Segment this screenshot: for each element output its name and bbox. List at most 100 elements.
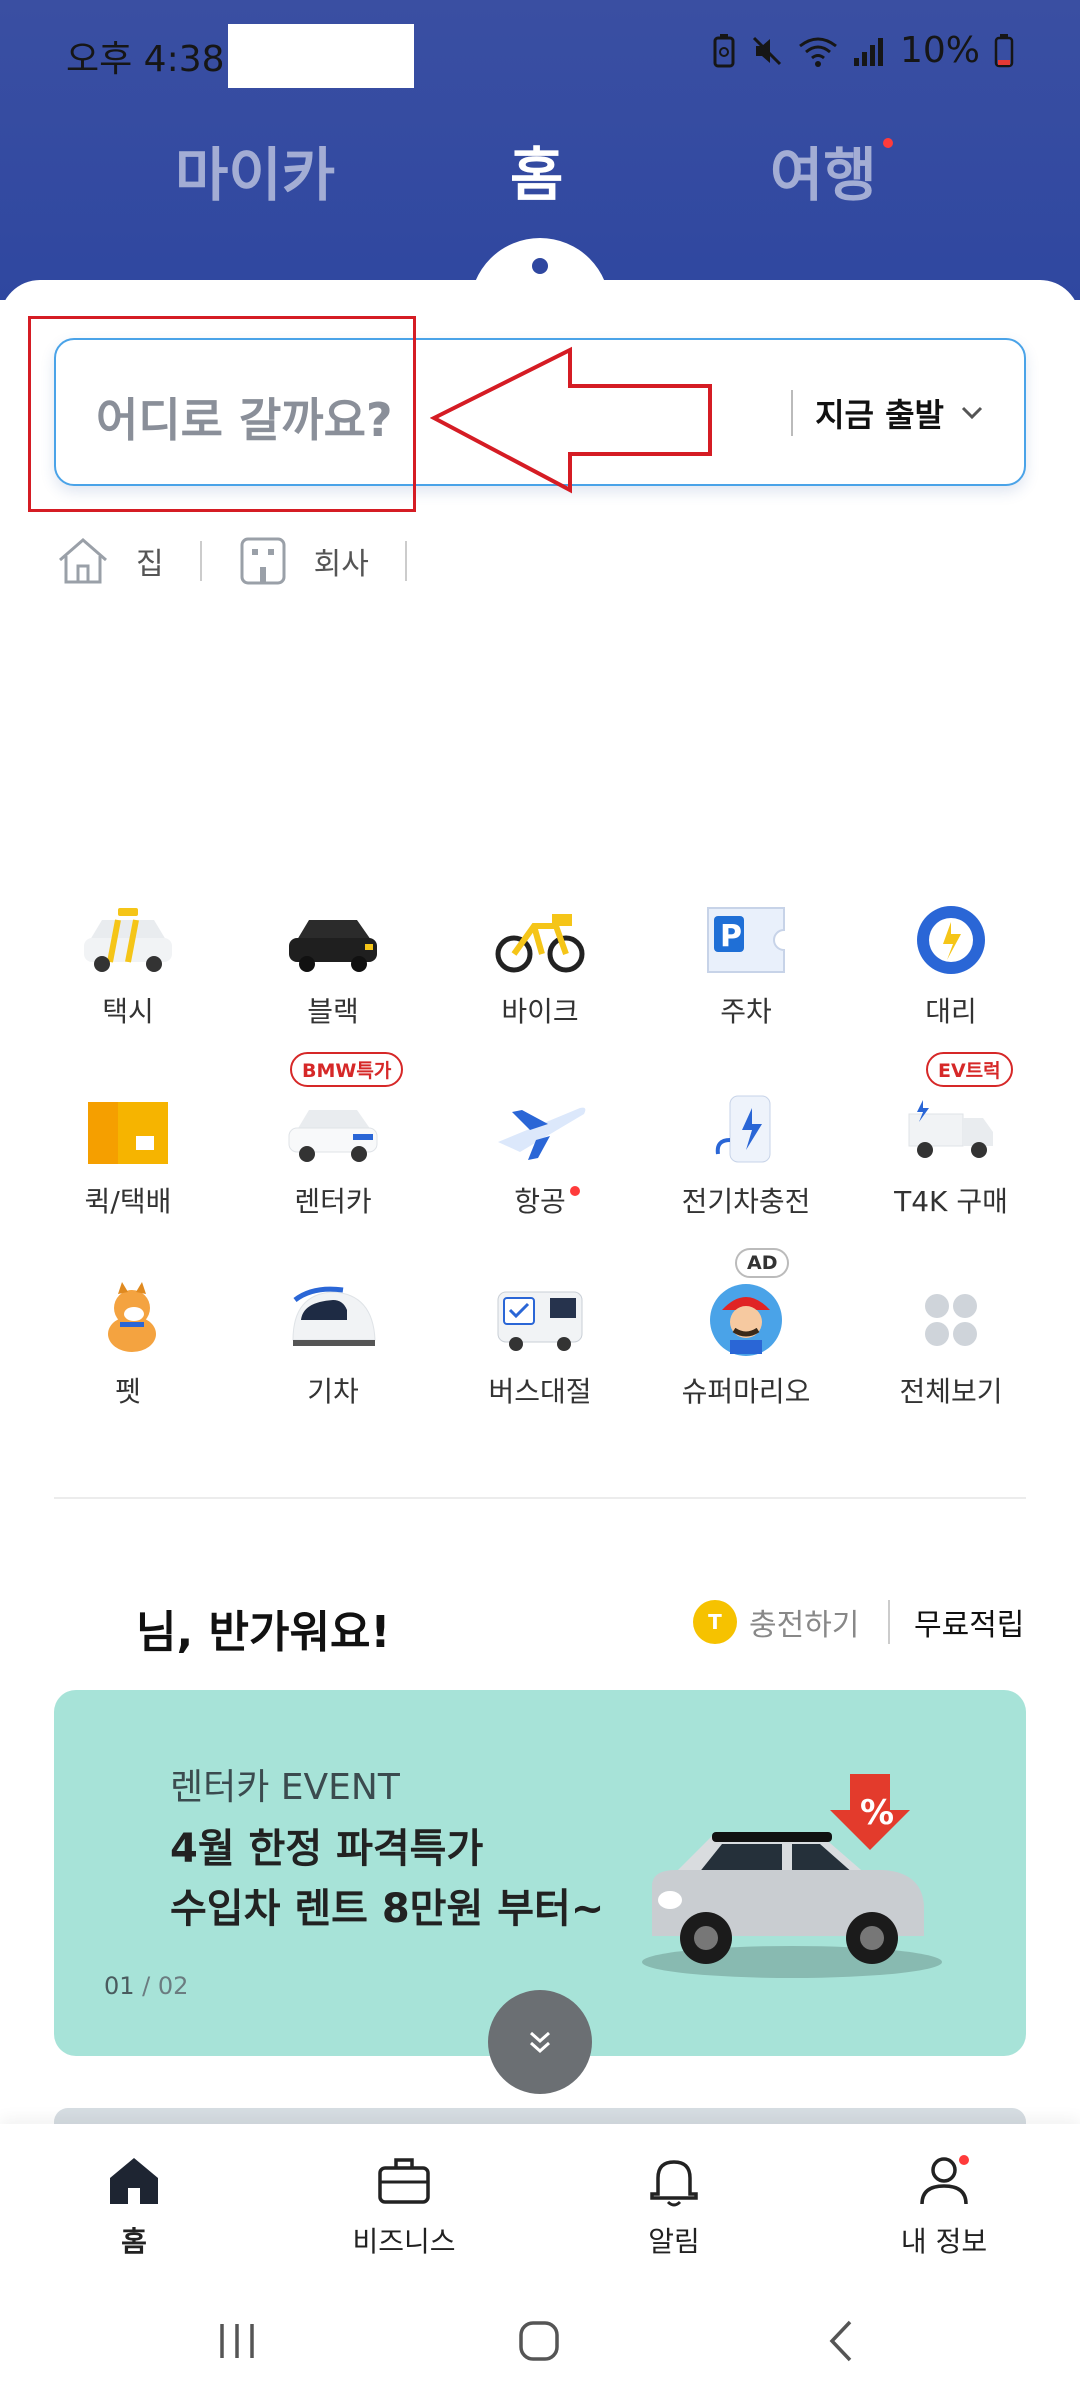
bus-icon [497,1291,583,1351]
airplane-icon [498,1107,586,1160]
t-coin-icon: T [693,1600,737,1644]
double-chevron-down-icon [530,2031,550,2054]
banner-headline-2: 수입차 렌트 8만원 부터~ [170,1886,605,1932]
service-label: 주차 [720,995,772,1028]
mario-icon [710,1284,782,1356]
dog-icon [108,1282,156,1352]
service-label: 버스대절 [488,1375,592,1408]
battery-saver-icon [713,33,735,67]
service-quick-delivery[interactable]: 퀵/택배 [25,1070,231,1240]
service-bus-charter[interactable]: 버스대절 [437,1260,643,1430]
status-icons: 10% [712,30,1014,71]
home-icon [110,2158,158,2204]
tab-travel[interactable]: 여행 [770,128,877,212]
service-label: 렌터카 [294,1185,372,1218]
service-ev-charging[interactable]: 전기차충전 [643,1070,849,1240]
recent-apps-icon[interactable] [214,2318,260,2364]
service-pet[interactable]: 펫 [25,1260,231,1430]
black-car-icon [289,920,377,972]
service-t4k[interactable]: EV트럭 T4K 구매 [848,1052,1054,1240]
person-icon [920,2155,969,2205]
service-parking[interactable]: P 주차 [643,880,849,1050]
svg-text:P: P [720,919,742,954]
service-label: 펫 [115,1375,141,1408]
signal-icon [853,37,883,66]
chevron-down-icon [961,406,983,420]
depart-time-selector[interactable]: 지금 출발 [791,390,984,436]
service-label: 대리 [925,995,977,1028]
sheet-handle-dot [532,258,548,274]
travel-new-dot [883,138,893,148]
service-label: 퀵/택배 [84,1185,172,1218]
nav-home[interactable]: 홈 [34,2154,234,2260]
tab-home[interactable]: 홈 [510,128,563,212]
building-icon [240,537,286,585]
service-super-mario[interactable]: AD 슈퍼마리오 [643,1248,849,1430]
train-icon [292,1286,376,1346]
battery-percent: 10% [899,30,980,71]
service-rental-car[interactable]: BMW특가 렌터카 [230,1052,436,1240]
charge-button[interactable]: T 충전하기 [693,1600,859,1644]
promo-badge: BMW특가 [290,1052,404,1087]
bottom-navigation: 홈 비즈니스 알림 내 정보 [0,2124,1080,2294]
new-dot [570,1186,580,1196]
shortcut-home-label: 집 [136,547,164,582]
home-button-icon[interactable] [516,2318,562,2364]
service-flight[interactable]: 항공 [437,1070,643,1240]
briefcase-icon [378,2158,430,2204]
service-label: 바이크 [501,995,579,1028]
nav-business[interactable]: 비즈니스 [304,2154,504,2260]
tab-mycar[interactable]: 마이카 [175,128,335,212]
shortcut-work[interactable]: 회사 [238,535,369,587]
service-taxi[interactable]: 택시 [25,880,231,1050]
box-icon [88,1102,168,1164]
scroll-down-button[interactable] [488,1990,592,2094]
banner-page-total: / 02 [134,1972,189,2000]
redaction-box [228,24,414,88]
section-divider [54,1497,1026,1499]
nav-alerts[interactable]: 알림 [574,2154,774,2260]
promo-badge: EV트럭 [926,1052,1013,1087]
service-designated-driver[interactable]: 대리 [848,880,1054,1050]
banner-eyebrow: 렌터카 EVENT [170,1767,400,1808]
divider [199,541,202,581]
service-bike[interactable]: 바이크 [437,880,643,1050]
back-icon[interactable] [820,2318,866,2364]
service-train[interactable]: 기차 [230,1260,436,1430]
wifi-icon [799,37,837,67]
banner-page-counter: 01 / 02 [104,1972,188,2000]
nav-profile-label: 내 정보 [900,2225,988,2258]
shortcut-work-label: 회사 [313,547,369,582]
service-label: 블랙 [307,995,359,1028]
annotation-arrow [430,346,712,494]
nav-home-label: 홈 [121,2225,147,2258]
system-navigation-bar [0,2294,1080,2400]
screen: 오후 4:38 10% 마이카 홈 여행 어디로 갈까요? 지금 출발 집 회사… [0,0,1080,2400]
status-time: 오후 4:38 [66,39,225,80]
bike-icon [495,914,585,973]
mini-car-icon: % [642,1774,942,1978]
taxi-icon [84,908,172,972]
truck-icon [908,1100,993,1158]
discount-percent: % [860,1793,894,1833]
parking-icon: P [707,907,785,973]
service-black[interactable]: 블랙 [230,880,436,1050]
mute-icon [752,36,782,65]
ad-badge: AD [735,1248,790,1278]
annotation-highlight-box [28,316,416,512]
shortcut-home[interactable]: 집 [56,536,164,586]
status-bar: 오후 4:38 10% [0,24,1080,88]
favorite-shortcuts: 집 회사 [56,535,443,587]
greeting-text: 님, 반가워요! [136,1607,391,1658]
service-label: 항공 [514,1185,566,1218]
service-label: T4K 구매 [894,1185,1008,1218]
service-view-all[interactable]: 전체보기 [848,1260,1054,1430]
divider [404,541,407,581]
nav-profile[interactable]: 내 정보 [844,2154,1044,2260]
service-label: 전기차충전 [681,1185,811,1218]
bell-icon [650,2160,698,2207]
charge-label: 충전하기 [749,1608,860,1643]
rental-car-icon [288,1110,378,1162]
top-tabs: 마이카 홈 여행 [0,128,1080,209]
free-points-button[interactable]: 무료적립 [888,1600,1024,1644]
